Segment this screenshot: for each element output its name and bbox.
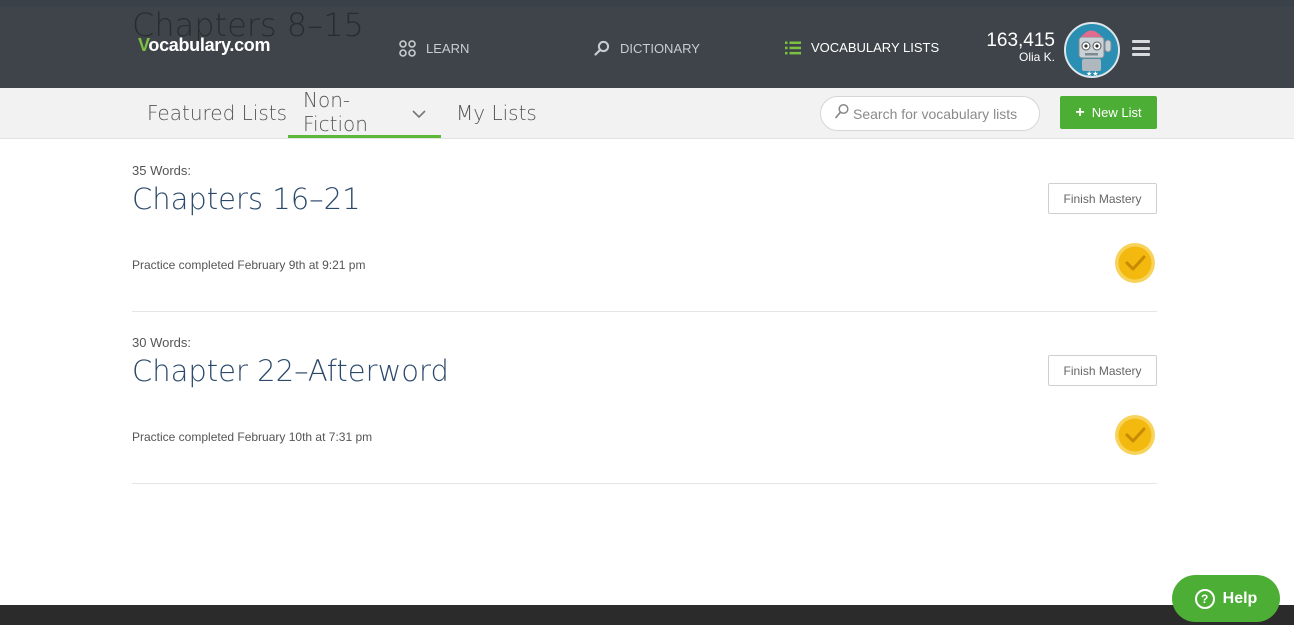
list-title-link[interactable]: Chapters 16–21	[132, 182, 361, 216]
new-list-label: New List	[1091, 105, 1142, 120]
page: Chapters 8–15 Vocabulary.com LEARN DICTI…	[0, 0, 1294, 625]
tab-my-lists[interactable]: My Lists	[456, 88, 537, 138]
logo-text: ocabulary.com	[148, 35, 271, 55]
question-icon: ?	[1194, 588, 1215, 609]
tab-my-lists-label: My Lists	[456, 101, 537, 125]
tab-non-fiction[interactable]: Non-Fiction	[288, 88, 441, 138]
tab-featured-lists[interactable]: Featured Lists	[147, 88, 287, 138]
chevron-down-icon	[412, 100, 426, 124]
tab-featured-lists-label: Featured Lists	[147, 101, 288, 125]
list-item: 30 Words: Chapter 22–Afterword Practice …	[132, 312, 1157, 484]
list-item: 35 Words: Chapters 16–21 Practice comple…	[132, 140, 1157, 312]
search-icon	[835, 103, 849, 124]
robot-avatar-icon: ★★	[1064, 22, 1120, 78]
logo-v: V	[138, 35, 149, 55]
footer	[0, 605, 1294, 625]
practice-status: Practice completed February 9th at 9:21 …	[132, 258, 366, 272]
sub-nav: Featured Lists Non-Fiction My Lists + Ne…	[0, 88, 1294, 139]
nav-vocabulary-lists[interactable]: VOCABULARY LISTS	[785, 40, 939, 55]
points-count: 163,415	[986, 30, 1055, 51]
svg-text:★★: ★★	[1086, 70, 1099, 78]
nav-dictionary[interactable]: DICTIONARY	[594, 40, 700, 56]
search-icon	[594, 40, 610, 56]
checkmark-badge-icon	[1114, 414, 1156, 456]
finish-mastery-button[interactable]: Finish Mastery	[1048, 183, 1157, 214]
search-box[interactable]	[820, 96, 1040, 131]
learn-grid-icon	[399, 40, 416, 57]
menu-hamburger-icon[interactable]	[1132, 40, 1150, 56]
list-title-link[interactable]: Chapter 22–Afterword	[132, 354, 449, 388]
plus-icon: +	[1075, 103, 1085, 121]
finish-mastery-button[interactable]: Finish Mastery	[1048, 355, 1157, 386]
user-points: 163,415 Olia K.	[975, 30, 1055, 64]
practice-status: Practice completed February 10th at 7:31…	[132, 430, 373, 444]
nav-learn[interactable]: LEARN	[399, 40, 469, 57]
word-count: 30 Words:	[132, 335, 192, 350]
help-label: Help	[1222, 589, 1258, 607]
nav-learn-label: LEARN	[426, 41, 470, 56]
checkmark-badge-icon	[1114, 242, 1156, 284]
tab-non-fiction-label: Non-Fiction	[303, 87, 368, 136]
search-input[interactable]	[853, 105, 1033, 122]
user-name: Olia K.	[1018, 50, 1055, 64]
list-icon	[785, 41, 801, 55]
nav-dictionary-label: DICTIONARY	[620, 40, 700, 56]
new-list-button[interactable]: + New List	[1060, 96, 1157, 129]
site-logo[interactable]: Vocabulary.com	[138, 35, 270, 56]
help-button[interactable]: ? Help	[1172, 575, 1280, 622]
vocabulary-list: 35 Words: Chapters 16–21 Practice comple…	[132, 140, 1157, 484]
nav-vocabulary-lists-label: VOCABULARY LISTS	[811, 40, 940, 55]
word-count: 35 Words:	[132, 163, 192, 178]
avatar[interactable]: ★★	[1064, 20, 1120, 78]
